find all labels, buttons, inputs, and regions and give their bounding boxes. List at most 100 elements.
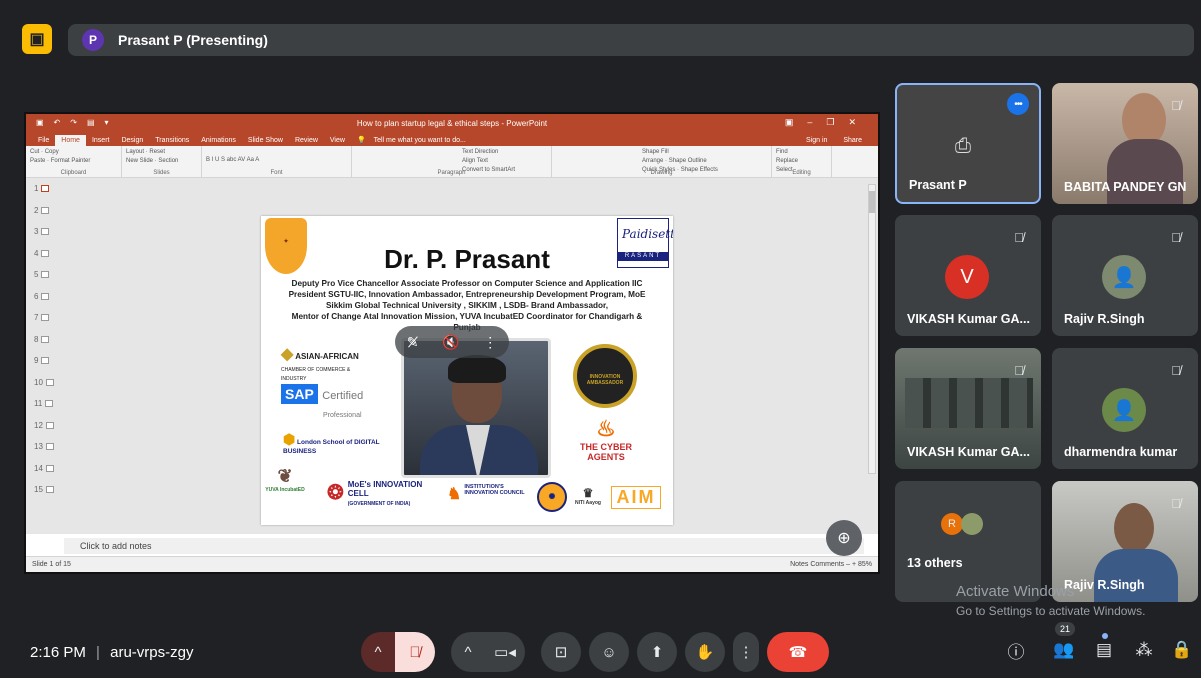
arrange-button[interactable]: Arrange [642, 158, 663, 164]
zoom-in-button[interactable]: ⊕ [826, 520, 862, 556]
more-options-button[interactable]: ⋮ [733, 632, 759, 672]
people-button[interactable]: 👥 [1044, 630, 1084, 670]
ppt-tab-design[interactable]: Design [115, 135, 149, 146]
raise-hand-button[interactable]: ✋ [685, 632, 725, 672]
audio-options-button[interactable]: ^ [361, 632, 395, 672]
video-body [1107, 139, 1183, 204]
slide-thumbnail[interactable]: 7 [26, 307, 64, 329]
captions-button[interactable]: ⊡ [541, 632, 581, 672]
slide-thumbnail[interactable]: 6 [26, 286, 64, 308]
ribbon-group-slides: Layout · Reset New Slide · Section Slide… [122, 146, 202, 177]
zoom-icon: ⊕ [837, 530, 851, 547]
participant-tile-photo[interactable]: 🎙̸ 👤 dharmendra kumar [1052, 348, 1198, 469]
end-call-button[interactable]: ☎ [767, 632, 829, 672]
participant-tile-avatar[interactable]: 🎙̸ V VIKASH Kumar GA... [895, 215, 1041, 336]
layout-button[interactable]: Layout [126, 149, 144, 155]
brain-icon: ❂ [327, 482, 344, 504]
ppt-tell-me[interactable]: 💡 Tell me what you want to do... [351, 134, 478, 146]
lsdb-logo: ⬢ London School of DIGITAL BUSINESS [283, 431, 383, 455]
pin-off-icon[interactable]: ✎̸ [407, 334, 419, 351]
shape-outline-button[interactable]: Shape Outline [669, 158, 707, 164]
replace-button[interactable]: Replace [776, 158, 798, 164]
participant-tile-video[interactable]: 🎙̸ VIKASH Kumar GA... [895, 348, 1041, 469]
present-button[interactable]: ⬆ [637, 632, 677, 672]
speaking-indicator-icon: ••• [1007, 93, 1029, 115]
slide-thumbnail[interactable]: 12 [26, 415, 64, 437]
ppt-tab-file[interactable]: File [32, 135, 55, 146]
audio-off-icon[interactable]: 🔇 [442, 334, 459, 351]
sap-professional: Professional [323, 412, 362, 419]
info-divider: | [96, 644, 100, 661]
ppt-tab-slideshow[interactable]: Slide Show [242, 135, 289, 146]
scrollbar-thumb[interactable] [869, 191, 875, 213]
ppt-tab-transitions[interactable]: Transitions [149, 135, 195, 146]
video-options-button[interactable]: ^ [451, 632, 485, 672]
slide-thumbnail[interactable]: 1 [26, 178, 64, 200]
shape-fill-button[interactable]: Shape Fill [642, 149, 669, 155]
slide-thumbnail[interactable]: 3 [26, 221, 64, 243]
ppt-tab-home[interactable]: Home [55, 135, 86, 146]
thumbnail-number: 2 [34, 205, 39, 215]
thumbnail-number: 9 [34, 356, 39, 366]
slide-thumbnail[interactable]: 4 [26, 243, 64, 265]
camera-toggle-button[interactable]: ▭◂ [485, 632, 525, 672]
participant-tile-photo[interactable]: 🎙̸ 👤 Rajiv R.Singh [1052, 215, 1198, 336]
participant-tile-video[interactable]: 🎙̸ BABITA PANDEY GN [1052, 83, 1198, 204]
more-options-icon[interactable]: ⋮ [483, 334, 497, 351]
ppt-signin-share[interactable]: Sign in Share [800, 137, 868, 144]
reactions-button[interactable]: ☺ [589, 632, 629, 672]
ppt-share[interactable]: Share [837, 135, 868, 146]
font-controls[interactable]: B I U S abc AV Aa A [206, 157, 259, 163]
notes-placeholder: Click to add notes [80, 541, 152, 551]
reset-button[interactable]: Reset [149, 149, 165, 155]
slide-thumbnail[interactable]: 2 [26, 200, 64, 222]
sap-logo: SAP Certified Professional [281, 384, 381, 422]
activities-button[interactable]: ⁂ [1124, 630, 1164, 670]
editor-scrollbar[interactable] [868, 184, 876, 474]
text-direction-button[interactable]: Text Direction [462, 149, 498, 155]
top-bar: ▣ P Prasant P (Presenting) [0, 0, 1201, 70]
slide-thumbnail[interactable]: 13 [26, 436, 64, 458]
drawing-label: Drawing [650, 170, 673, 176]
copy-button[interactable]: Copy [45, 149, 59, 155]
ppt-tab-review[interactable]: Review [289, 135, 324, 146]
ppt-tab-insert[interactable]: Insert [86, 135, 116, 146]
slide-thumbnail[interactable]: 11 [26, 393, 64, 415]
iic-mark-icon: ♞ [447, 486, 462, 503]
slide-thumbnail[interactable]: 10 [26, 372, 64, 394]
ribbon-group-drawing: Shape Fill Arrange · Shape Outline Quick… [552, 146, 772, 177]
clipboard-items[interactable]: Cut · Copy Paste · Format Painter [26, 146, 121, 168]
microphone-toggle-button[interactable]: 🎙̸ [395, 632, 435, 672]
find-button[interactable]: Find [776, 149, 788, 155]
slide-thumbnail[interactable]: 14 [26, 458, 64, 480]
ppt-sign-in[interactable]: Sign in [800, 135, 833, 146]
thumbnail-preview-icon [45, 486, 54, 494]
hang-up-icon: ☎ [788, 644, 808, 661]
paste-button[interactable]: Paste [30, 158, 45, 164]
notes-pane[interactable]: Click to add notes [64, 538, 864, 554]
slide-canvas: ✦ Paidisetti RASANT Dr. P. Prasant Deput… [261, 216, 673, 525]
ppt-tab-view[interactable]: View [324, 135, 351, 146]
participant-tile-presenter[interactable]: ••• ⎙ Prasant P [895, 83, 1041, 204]
ppt-tab-animations[interactable]: Animations [195, 135, 242, 146]
meeting-details-button[interactable]: ⓘ [996, 630, 1036, 670]
slide-thumbnail[interactable]: 9 [26, 350, 64, 372]
align-text-button[interactable]: Align Text [462, 158, 488, 164]
cut-button[interactable]: Cut [30, 149, 39, 155]
section-button[interactable]: Section [158, 158, 178, 164]
host-controls-button[interactable]: 🔒 [1162, 630, 1201, 670]
status-right-controls[interactable]: Notes Comments – + 85% [790, 561, 872, 568]
ppt-title-bar: ▣↶↷▤▾ How to plan startup legal & ethica… [26, 114, 878, 132]
slide-thumbnail[interactable]: 15 [26, 479, 64, 501]
participant-name: Prasant P [909, 178, 967, 192]
format-painter-button[interactable]: Format Painter [51, 158, 91, 164]
ppt-ribbon: Cut · Copy Paste · Format Painter Clipbo… [26, 146, 878, 178]
thumbnail-number: 14 [34, 463, 43, 473]
slide-thumbnail[interactable]: 5 [26, 264, 64, 286]
new-slide-button[interactable]: New Slide [126, 158, 153, 164]
more-vert-icon: ⋮ [738, 644, 754, 661]
slide-thumbnail[interactable]: 8 [26, 329, 64, 351]
bottom-bar: 2:16 PM | aru-vrps-zgy ^ 🎙̸ ^ ▭◂ ⊡ ☺ ⬆ ✋… [0, 620, 1201, 678]
credential-line: President SGTU-IIC, Innovation Ambassado… [288, 290, 646, 299]
thumbnail-number: 1 [34, 184, 39, 194]
